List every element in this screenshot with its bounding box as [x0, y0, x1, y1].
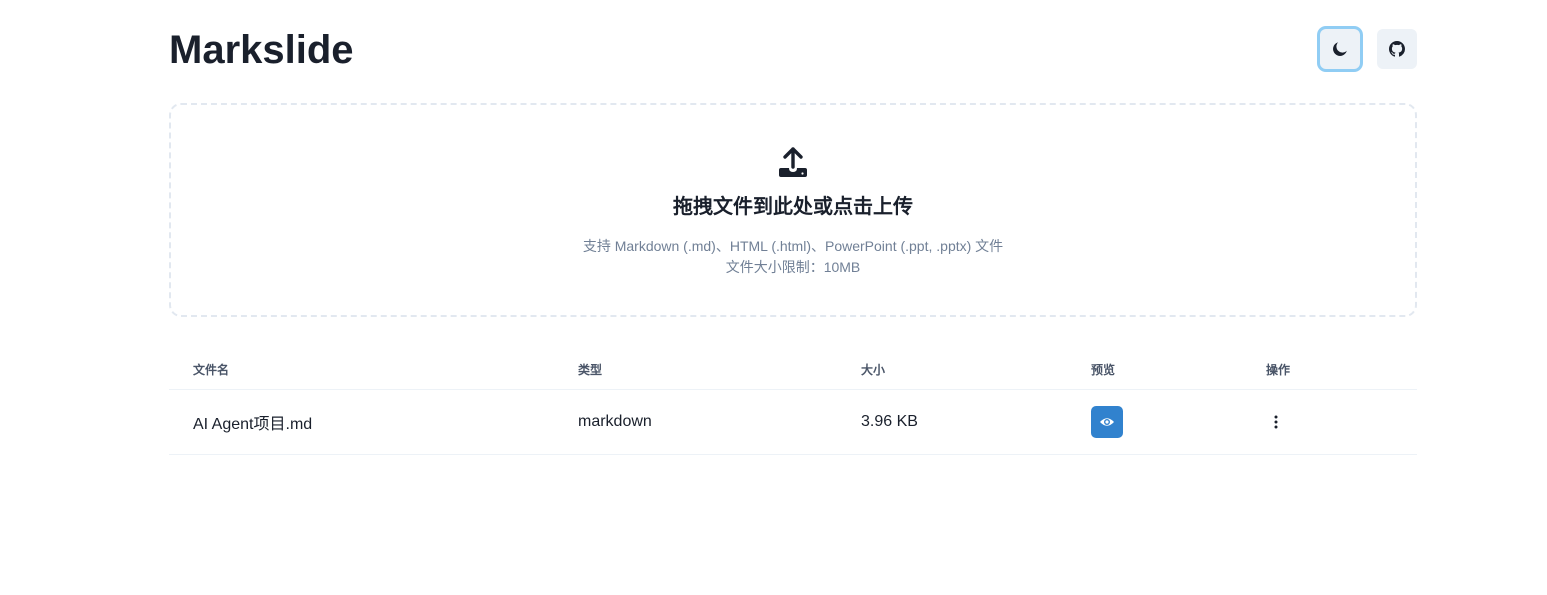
file-dropzone[interactable]: 拖拽文件到此处或点击上传 支持 Markdown (.md)、HTML (.ht…	[169, 103, 1417, 317]
dropzone-hint: 支持 Markdown (.md)、HTML (.html)、PowerPoin…	[171, 236, 1415, 278]
column-header-size: 大小	[861, 351, 1091, 390]
header-actions	[1320, 29, 1417, 69]
file-preview-cell	[1091, 389, 1266, 455]
moon-icon	[1333, 42, 1347, 56]
file-table: 文件名 类型 大小 预览 操作 AI Agent项目.md markdown 3…	[169, 351, 1417, 455]
github-link-button[interactable]	[1377, 29, 1417, 69]
size-limit-text: 文件大小限制：10MB	[725, 259, 861, 275]
file-name-cell: AI Agent项目.md	[169, 389, 578, 455]
header: Markslide	[169, 0, 1417, 100]
column-header-actions: 操作	[1266, 351, 1417, 390]
more-actions-button[interactable]	[1266, 406, 1298, 438]
file-type-cell: markdown	[578, 389, 861, 455]
column-header-preview: 预览	[1091, 351, 1266, 390]
table-row: AI Agent项目.md markdown 3.96 KB	[169, 389, 1417, 455]
github-icon	[1389, 41, 1405, 57]
app-title: Markslide	[169, 28, 354, 72]
supported-formats-text: 支持 Markdown (.md)、HTML (.html)、PowerPoin…	[582, 238, 1004, 254]
column-header-type: 类型	[578, 351, 861, 390]
column-header-name: 文件名	[169, 351, 578, 390]
preview-button[interactable]	[1091, 405, 1123, 438]
more-vertical-icon	[1274, 415, 1278, 428]
table-header-row: 文件名 类型 大小 预览 操作	[169, 351, 1417, 390]
dropzone-title: 拖拽文件到此处或点击上传	[673, 196, 913, 218]
file-actions-cell	[1266, 389, 1417, 455]
theme-toggle-button[interactable]	[1320, 29, 1360, 69]
upload-icon	[779, 147, 807, 177]
file-size-cell: 3.96 KB	[861, 389, 1091, 455]
eye-icon	[1100, 417, 1114, 426]
app-container: Markslide 拖拽文件到此处或点击上传 支持 Markdown (.md)…	[169, 0, 1417, 455]
